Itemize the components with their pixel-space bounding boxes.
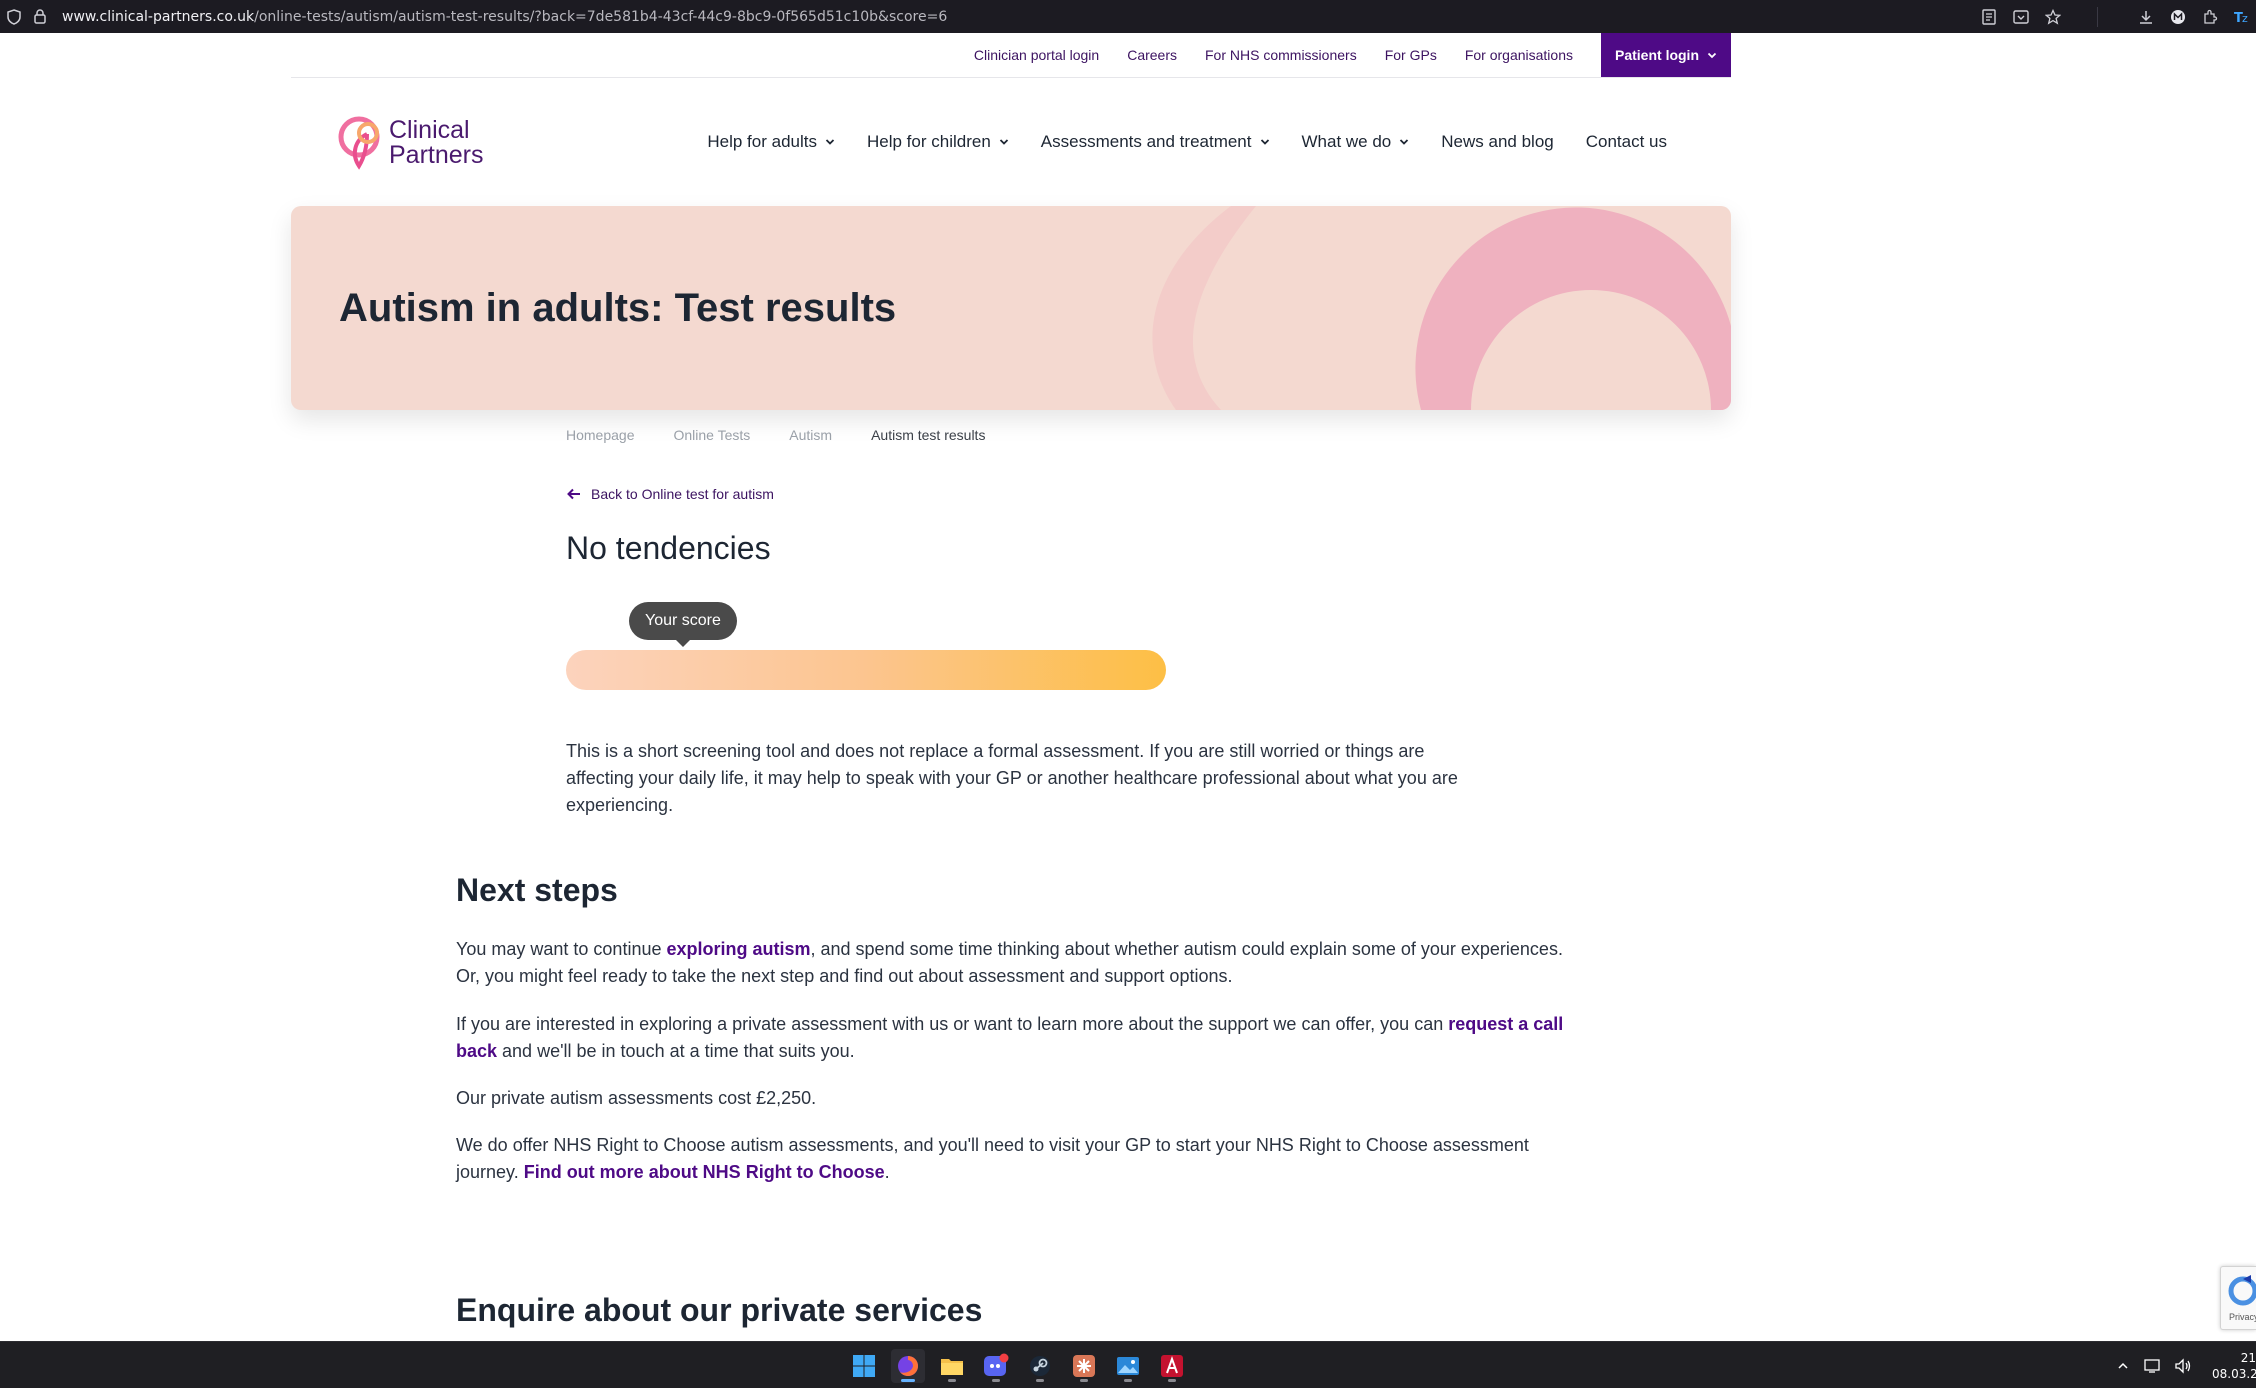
- next-steps-paragraph-1: You may want to continue exploring autis…: [456, 936, 1566, 990]
- photos-icon[interactable]: [1111, 1349, 1145, 1383]
- running-indicator: [901, 1378, 915, 1382]
- chevron-down-icon: [825, 139, 835, 145]
- nav-contact-us[interactable]: Contact us: [1586, 132, 1667, 152]
- nav-what-we-do[interactable]: What we do: [1302, 132, 1410, 152]
- running-indicator: [948, 1378, 956, 1382]
- recaptcha-privacy[interactable]: Privacy: [2229, 1312, 2256, 1322]
- running-indicator: [1124, 1378, 1132, 1382]
- back-link-label: Back to Online test for autism: [591, 486, 774, 502]
- steam-icon[interactable]: [1023, 1349, 1057, 1383]
- score-bar: [566, 650, 1166, 690]
- score-tooltip: Your score: [629, 602, 737, 647]
- breadcrumb: Homepage Online Tests Autism Autism test…: [566, 427, 1024, 443]
- chevron-down-icon: [1400, 139, 1409, 145]
- network-icon[interactable]: [2142, 1355, 2164, 1377]
- toolbar-divider: [2097, 6, 2098, 27]
- result-title: No tendencies: [566, 530, 771, 566]
- url-path: /online-tests/autism/autism-test-results…: [254, 8, 948, 25]
- chevron-down-icon: [1260, 139, 1269, 145]
- system-clock[interactable]: 21 08.03.20: [2212, 1350, 2256, 1382]
- extensions-icon[interactable]: [2196, 0, 2224, 33]
- address-bar-url[interactable]: www.clinical-partners.co.uk/online-tests…: [62, 9, 947, 25]
- p1-text-a: You may want to continue: [456, 939, 667, 959]
- utility-link-nhs-commissioners[interactable]: For NHS commissioners: [1205, 47, 1357, 63]
- recaptcha-badge[interactable]: Privacy: [2220, 1266, 2256, 1330]
- breadcrumb-homepage[interactable]: Homepage: [566, 427, 635, 443]
- svg-text:z: z: [2242, 12, 2248, 25]
- reader-view-icon[interactable]: [1975, 0, 2003, 33]
- breadcrumb-online-tests[interactable]: Online Tests: [674, 427, 751, 443]
- p4-text-b: .: [884, 1162, 890, 1182]
- utility-link-gps[interactable]: For GPs: [1385, 47, 1437, 63]
- back-to-test-link[interactable]: Back to Online test for autism: [566, 486, 774, 502]
- chevron-up-icon[interactable]: [2112, 1355, 2134, 1377]
- windows-taskbar: 21 08.03.20: [0, 1341, 2256, 1388]
- nhs-right-to-choose-link[interactable]: Find out more about NHS Right to Choose: [524, 1162, 885, 1182]
- next-steps-paragraph-4: We do offer NHS Right to Choose autism a…: [456, 1132, 1566, 1186]
- logo-line-2: Partners: [389, 141, 484, 169]
- discord-icon[interactable]: [979, 1349, 1013, 1383]
- nav-label: Assessments and treatment: [1040, 132, 1252, 151]
- enquire-heading: Enquire about our private services: [456, 1292, 983, 1328]
- exploring-autism-link[interactable]: exploring autism: [666, 939, 810, 959]
- utility-link-clinician-portal[interactable]: Clinician portal login: [974, 47, 1099, 63]
- chevron-down-icon: [999, 139, 1008, 145]
- p2-text-a: If you are interested in exploring a pri…: [456, 1014, 1449, 1034]
- affinity-icon[interactable]: [1155, 1349, 1189, 1383]
- running-indicator: [1080, 1378, 1088, 1382]
- downloads-icon[interactable]: [2132, 0, 2160, 33]
- page-title: Autism in adults: Test results: [339, 286, 897, 330]
- lock-icon[interactable]: [32, 9, 48, 25]
- nav-assessments-and-treatment[interactable]: Assessments and treatment: [1041, 132, 1270, 152]
- nav-label: Contact us: [1585, 132, 1667, 151]
- claude-icon[interactable]: [1067, 1349, 1101, 1383]
- next-steps-paragraph-2: If you are interested in exploring a pri…: [456, 1011, 1566, 1065]
- assessment-cost-text: Our private autism assessments cost £2,2…: [456, 1088, 817, 1108]
- running-indicator: [1168, 1378, 1176, 1382]
- url-domain: www.clinical-partners.co.uk: [62, 8, 255, 25]
- main-header: Clinical Partners Help for adults Help f…: [291, 78, 1731, 206]
- nav-label: Help for children: [867, 132, 991, 151]
- clock-time: 21: [2240, 1350, 2256, 1365]
- clinical-partners-logo[interactable]: Clinical Partners: [337, 112, 507, 172]
- patient-login-button[interactable]: Patient login: [1601, 33, 1731, 77]
- utility-nav: Clinician portal login Careers For NHS c…: [291, 33, 1731, 78]
- nav-label: What we do: [1301, 132, 1392, 151]
- hero-banner: Autism in adults: Test results: [291, 206, 1731, 410]
- volume-icon[interactable]: [2172, 1355, 2194, 1377]
- tracking-shield-icon[interactable]: [6, 8, 22, 25]
- breadcrumb-current: Autism test results: [871, 427, 986, 443]
- nav-help-for-children[interactable]: Help for children: [867, 132, 1009, 152]
- running-indicator: [1036, 1378, 1044, 1382]
- chevron-down-icon: [1707, 52, 1717, 59]
- nav-label: News and blog: [1441, 132, 1554, 151]
- firefox-icon[interactable]: [891, 1348, 925, 1383]
- logo-wordmark: Clinical Partners: [389, 118, 483, 168]
- utility-link-careers[interactable]: Careers: [1127, 47, 1177, 63]
- account-avatar-icon[interactable]: [2164, 0, 2192, 33]
- p2-text-b: and we'll be in touch at a time that sui…: [497, 1041, 855, 1061]
- nav-label: Help for adults: [707, 132, 817, 151]
- utility-link-organisations[interactable]: For organisations: [1465, 47, 1573, 63]
- patient-login-label: Patient login: [1615, 47, 1699, 63]
- breadcrumb-autism[interactable]: Autism: [789, 427, 832, 443]
- clock-date: 08.03.20: [2212, 1366, 2256, 1381]
- translate-extension-icon[interactable]: Tz: [2228, 0, 2256, 33]
- windows-start-icon[interactable]: [847, 1349, 881, 1383]
- next-steps-heading: Next steps: [456, 872, 618, 908]
- file-explorer-icon[interactable]: [935, 1349, 969, 1383]
- running-indicator: [992, 1378, 1000, 1382]
- arrow-left-icon: [567, 488, 580, 500]
- browser-toolbar: www.clinical-partners.co.uk/online-tests…: [0, 0, 2256, 33]
- save-to-pocket-icon[interactable]: [2007, 0, 2035, 33]
- nav-help-for-adults[interactable]: Help for adults: [707, 132, 835, 152]
- result-description: This is a short screening tool and does …: [566, 741, 1458, 815]
- logo-line-1: Clinical: [389, 116, 470, 144]
- nav-news-and-blog[interactable]: News and blog: [1441, 132, 1553, 152]
- recaptcha-icon: [2228, 1275, 2256, 1306]
- logo-mark-icon: [338, 116, 380, 170]
- bookmark-star-icon[interactable]: [2039, 0, 2067, 33]
